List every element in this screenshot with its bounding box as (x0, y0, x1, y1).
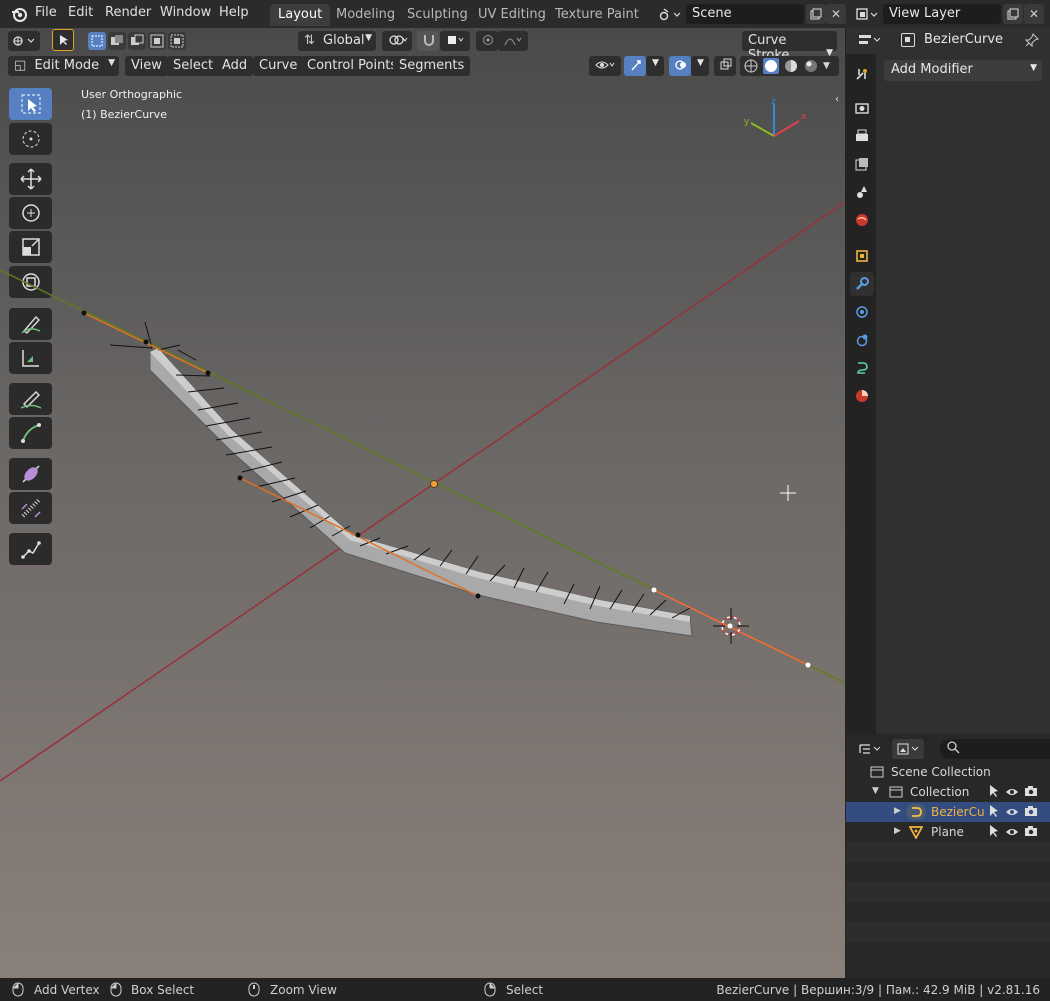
eye-icon[interactable] (1005, 825, 1019, 842)
menu-help[interactable]: Help (219, 5, 249, 20)
object-tab-icon[interactable] (850, 244, 874, 268)
object-origin[interactable] (430, 480, 438, 488)
status-box-select: Box Select (131, 983, 195, 997)
curve-bevel-top (150, 348, 690, 622)
scene-collection-icon (870, 765, 884, 782)
mouse-middle-icon (248, 982, 260, 1000)
curve-data-tab-icon[interactable] (850, 356, 874, 380)
control-point[interactable] (237, 475, 243, 481)
selectable-toggle-icon[interactable] (986, 784, 1000, 801)
chevron-down-icon: ▼ (1030, 63, 1037, 73)
scene-canvas[interactable] (0, 28, 845, 978)
outliner-empty-stripe (846, 882, 1050, 902)
status-add-vertex: Add Vertex (34, 983, 100, 997)
scene-selector-icon[interactable] (655, 4, 685, 24)
outliner-row-label: Scene Collection (891, 765, 991, 779)
control-point[interactable] (81, 310, 87, 316)
control-point[interactable] (475, 593, 481, 599)
tab-layout[interactable]: Layout (270, 4, 331, 26)
render-tab-icon[interactable] (850, 96, 874, 120)
control-point[interactable] (355, 532, 361, 538)
add-modifier-dropdown[interactable]: Add Modifier ▼ (884, 60, 1042, 81)
tool-settings-tab-icon[interactable] (850, 62, 874, 86)
tab-sculpting[interactable]: Sculpting (399, 4, 476, 26)
menu-edit[interactable]: Edit (68, 5, 93, 20)
remove-view-layer-icon[interactable]: ✕ (1024, 4, 1044, 24)
mesh-object-icon (908, 825, 924, 842)
tab-uv-editing[interactable]: UV Editing (470, 4, 554, 26)
status-select: Select (506, 983, 544, 997)
search-icon (946, 740, 960, 757)
control-point-selected[interactable] (727, 623, 733, 629)
view-layer-tab-icon[interactable] (850, 152, 874, 176)
outliner-row-plane[interactable]: ▶ Plane (846, 822, 1050, 842)
outliner: Scene Collection ▼ Collection ▶ BezierCu… (846, 735, 1050, 978)
menu-file[interactable]: File (35, 5, 57, 20)
mouse-left-icon (12, 982, 24, 1000)
control-point[interactable] (143, 339, 149, 345)
scene-tab-icon[interactable] (850, 180, 874, 204)
new-scene-icon[interactable] (806, 4, 826, 24)
top-menu-bar: File Edit Render Window Help Layout Mode… (0, 0, 1050, 28)
camera-icon[interactable] (1024, 804, 1038, 821)
properties-editor-type-icon[interactable] (854, 30, 886, 50)
view-layer-field[interactable]: View Layer (883, 4, 1001, 24)
eye-icon[interactable] (1005, 805, 1019, 822)
properties-editor: BezierCurve Add Modifier ▼ (846, 28, 1050, 734)
pin-icon[interactable] (1024, 32, 1040, 48)
menu-window[interactable]: Window (160, 5, 211, 20)
outliner-row-collection[interactable]: ▼ Collection (846, 782, 1050, 802)
mouse-drag-icon (108, 982, 122, 1000)
properties-object-name: BezierCurve (924, 32, 1004, 47)
view-layer-icon[interactable] (852, 4, 882, 24)
outliner-row-beziercurve[interactable]: ▶ BezierCu (846, 802, 1050, 822)
blender-logo-icon[interactable] (10, 5, 28, 23)
expand-arrow-icon[interactable]: ▶ (894, 806, 901, 816)
curve-object-icon (906, 804, 926, 820)
status-scene-info: BezierCurve | Вершин:3/9 | Пам.: 42.9 Mi… (716, 983, 1040, 997)
output-tab-icon[interactable] (850, 124, 874, 148)
collection-icon (889, 785, 903, 802)
outliner-empty-stripe (846, 842, 1050, 862)
eye-icon[interactable] (1005, 785, 1019, 802)
control-point[interactable] (205, 370, 211, 376)
control-point-selected[interactable] (651, 587, 657, 593)
status-bar: Add Vertex Box Select Zoom View Select B… (0, 979, 1050, 1001)
remove-scene-icon[interactable]: ✕ (826, 4, 846, 24)
new-view-layer-icon[interactable] (1003, 4, 1023, 24)
object-data-icon (901, 33, 915, 47)
x-axis-line (0, 201, 845, 782)
outliner-search-input[interactable] (940, 739, 1050, 759)
tab-modeling[interactable]: Modeling (328, 4, 403, 26)
display-mode-icon[interactable] (892, 739, 924, 759)
camera-icon[interactable] (1024, 824, 1038, 841)
control-point-selected[interactable] (805, 662, 811, 668)
mouse-crosshair-icon (780, 485, 796, 501)
modifier-tab-icon[interactable] (850, 272, 874, 296)
physics-tab-icon[interactable] (850, 328, 874, 352)
outliner-empty-stripe (846, 922, 1050, 942)
selectable-toggle-icon[interactable] (986, 804, 1000, 821)
mouse-right-icon (484, 982, 496, 1000)
menu-render[interactable]: Render (105, 5, 151, 20)
scene-name-field[interactable]: Scene (686, 4, 804, 24)
world-tab-icon[interactable] (850, 208, 874, 232)
3d-viewport[interactable]: ⇅ Global ▼ Curve Stroke ▼ ◱ Edit Mode ▼ … (0, 28, 845, 978)
outliner-row-scene-collection[interactable]: Scene Collection (846, 762, 1050, 782)
add-modifier-label: Add Modifier (891, 62, 973, 77)
outliner-editor-type-icon[interactable] (854, 739, 886, 759)
selectable-toggle-icon[interactable] (986, 824, 1000, 841)
status-zoom-view: Zoom View (270, 983, 337, 997)
camera-icon[interactable] (1024, 784, 1038, 801)
particles-tab-icon[interactable] (850, 300, 874, 324)
properties-tab-bar (846, 54, 876, 734)
expand-arrow-icon[interactable]: ▼ (872, 786, 879, 796)
tab-texture-paint[interactable]: Texture Paint (547, 4, 647, 26)
expand-arrow-icon[interactable]: ▶ (894, 826, 901, 836)
outliner-row-label: Plane (931, 825, 964, 839)
outliner-row-label: BezierCu (931, 805, 985, 819)
material-tab-icon[interactable] (850, 384, 874, 408)
outliner-row-label: Collection (910, 785, 970, 799)
